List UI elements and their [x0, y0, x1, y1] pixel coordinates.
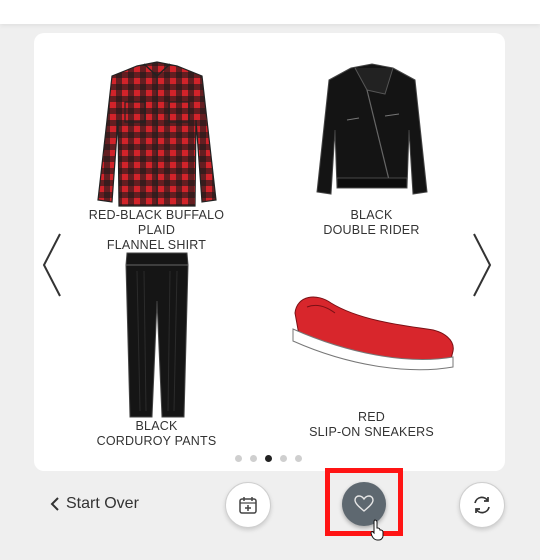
next-arrow-icon[interactable]: [466, 230, 496, 300]
refresh-icon: [474, 496, 490, 514]
pants-icon: [124, 252, 189, 418]
product-item-sneaker[interactable]: RED SLIP-ON SNEAKERS: [284, 273, 459, 440]
product-caption: RED SLIP-ON SNEAKERS: [309, 410, 434, 439]
pagination-dot[interactable]: [235, 455, 242, 462]
product-caption: BLACK CORDUROY PANTS: [96, 419, 217, 448]
product-caption: RED-BLACK BUFFALO PLAID FLANNEL SHIRT: [88, 208, 225, 252]
pagination-dot-active[interactable]: [265, 455, 272, 462]
previous-arrow-icon[interactable]: [38, 230, 68, 300]
action-bar: Start Over: [0, 468, 540, 560]
start-over-button[interactable]: Start Over: [50, 495, 139, 513]
refresh-button[interactable]: [459, 482, 505, 528]
calendar-add-icon: [239, 497, 257, 514]
sneaker-icon: [292, 296, 454, 371]
top-bar: [0, 0, 540, 24]
chevron-left-icon: [50, 497, 59, 511]
outfit-card: RED-BLACK BUFFALO PLAID FLANNEL SHIRT BL…: [34, 33, 505, 471]
plaid-shirt-icon: [96, 61, 217, 207]
carousel-pagination: [235, 455, 302, 462]
product-caption: BLACK DOUBLE RIDER: [323, 208, 420, 237]
pagination-dot[interactable]: [295, 455, 302, 462]
hand-cursor-icon: [370, 519, 384, 541]
product-item-pants[interactable]: BLACK CORDUROY PANTS: [69, 251, 244, 449]
leather-jacket-icon: [315, 63, 428, 195]
start-over-label: Start Over: [66, 495, 139, 512]
pagination-dot[interactable]: [280, 455, 287, 462]
product-item-jacket[interactable]: BLACK DOUBLE RIDER: [284, 60, 459, 238]
heart-icon: [354, 495, 374, 512]
product-item-shirt[interactable]: RED-BLACK BUFFALO PLAID FLANNEL SHIRT: [69, 60, 244, 253]
add-to-calendar-button[interactable]: [225, 482, 271, 528]
pagination-dot[interactable]: [250, 455, 257, 462]
